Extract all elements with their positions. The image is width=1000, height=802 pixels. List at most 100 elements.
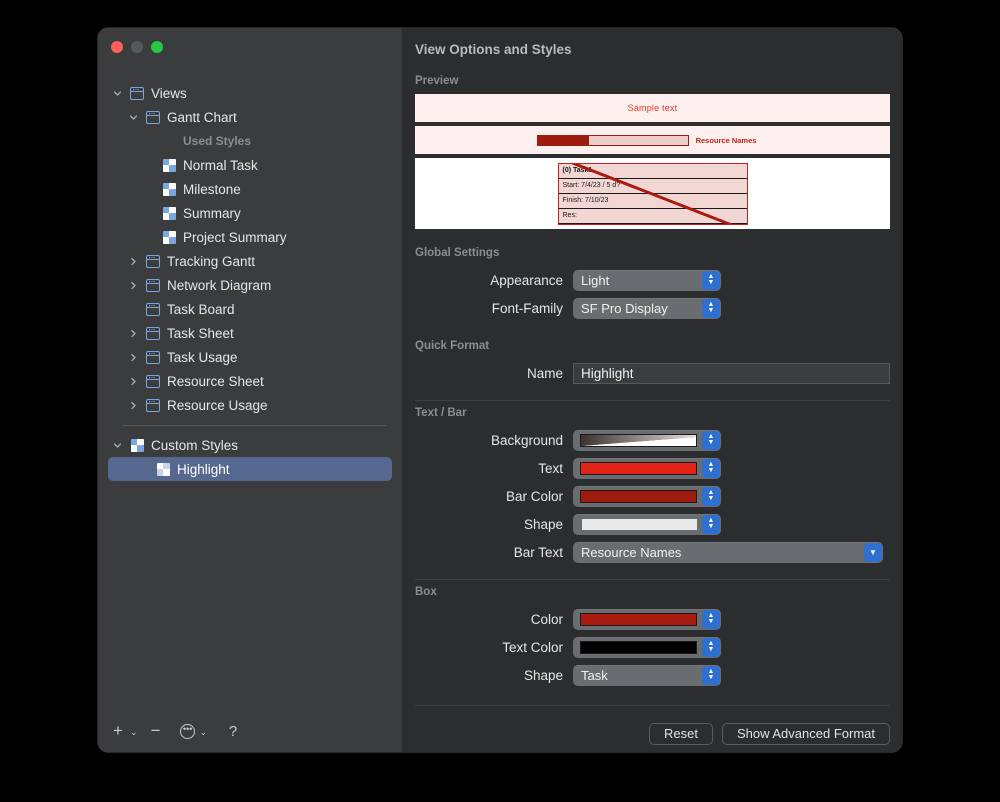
sidebar-item-label: Normal Task <box>183 157 258 173</box>
divider <box>415 579 890 580</box>
chevron-down-icon[interactable] <box>124 113 142 122</box>
tree-item-icon <box>142 398 164 412</box>
close-button[interactable] <box>111 41 123 53</box>
tree-item-icon <box>142 350 164 364</box>
chevron-right-icon[interactable] <box>124 377 142 386</box>
action-menu-button[interactable]: ••• <box>178 720 198 742</box>
view-icon <box>146 374 160 388</box>
box-color-label: Color <box>530 611 563 627</box>
sidebar-item-milestone[interactable]: Milestone <box>98 177 402 201</box>
background-swatch <box>580 433 697 447</box>
bar-shape-row: Shape ▲ ▼ <box>415 510 890 538</box>
chevron-right-icon[interactable] <box>124 281 142 290</box>
appearance-select[interactable]: Light ▲ ▼ <box>573 269 721 291</box>
box-text-color-well[interactable]: ▲ ▼ <box>573 636 721 658</box>
chevron-right-icon[interactable] <box>124 353 142 362</box>
styles-tree: Views Gantt Chart Used Styles Normal Task Mi… <box>98 68 402 716</box>
chevron-right-icon[interactable] <box>124 257 142 266</box>
view-icon <box>146 110 160 124</box>
view-icon <box>146 278 160 292</box>
zoom-button[interactable] <box>151 41 163 53</box>
sidebar-item-label: Resource Usage <box>167 397 268 413</box>
window-controls <box>98 28 402 68</box>
sidebar-item-gantt-chart[interactable]: Gantt Chart <box>98 105 402 129</box>
sidebar-item-label: Task Usage <box>167 349 238 365</box>
chevron-updown-icon[interactable]: ▲ ▼ <box>702 665 720 685</box>
chevron-right-icon[interactable] <box>124 401 142 410</box>
tree-item-icon <box>158 230 180 244</box>
tree-item-icon <box>142 278 164 292</box>
remove-button[interactable]: − <box>146 720 166 742</box>
bar-color-well[interactable]: ▲ ▼ <box>573 485 721 507</box>
sidebar-item-network-diagram[interactable]: Network Diagram <box>98 273 402 297</box>
sidebar-item-label: Gantt Chart <box>167 109 237 125</box>
shape-label: Shape <box>523 516 563 532</box>
tree-item-icon <box>142 326 164 340</box>
preferences-window: Views Gantt Chart Used Styles Normal Task Mi… <box>98 28 902 752</box>
help-button[interactable]: ? <box>223 720 243 742</box>
chevron-updown-icon[interactable]: ▲ ▼ <box>702 609 720 629</box>
background-row: Background ▲ ▼ <box>415 426 890 454</box>
sidebar-item-project-summary[interactable]: Project Summary <box>98 225 402 249</box>
sidebar-item-custom-styles[interactable]: Custom Styles <box>98 433 402 457</box>
chevron-updown-icon[interactable]: ▲ ▼ <box>702 514 720 534</box>
sidebar-item-label: Network Diagram <box>167 277 272 293</box>
style-icon <box>162 182 176 196</box>
box-shape-row: Shape Task ▲ ▼ <box>415 661 890 689</box>
sidebar-toolbar: + ⌄ − ••• ⌄ ? <box>98 716 402 752</box>
sidebar-item-resource-sheet[interactable]: Resource Sheet <box>98 369 402 393</box>
bar-text-select[interactable]: Resource Names ▼ <box>573 541 883 563</box>
style-icon <box>130 438 144 452</box>
preview-bar-text-label: Resource Names <box>695 135 757 145</box>
box-text-color-label: Text Color <box>502 639 563 655</box>
preview-gantt-bar-fill <box>537 135 589 145</box>
sidebar-item-label: Task Sheet <box>167 325 234 341</box>
chevron-updown-icon[interactable]: ▲ ▼ <box>702 486 720 506</box>
reset-button[interactable]: Reset <box>649 722 713 745</box>
chevron-updown-icon[interactable]: ▲ ▼ <box>702 430 720 450</box>
action-chevron-down-icon[interactable]: ⌄ <box>198 725 214 738</box>
sidebar-item-task-sheet[interactable]: Task Sheet <box>98 321 402 345</box>
chevron-down-icon[interactable] <box>108 89 126 98</box>
chevron-updown-icon[interactable]: ▲ ▼ <box>702 298 720 318</box>
box-text-color-swatch <box>580 640 697 654</box>
minimize-button[interactable] <box>131 41 143 53</box>
add-button[interactable]: + <box>108 720 128 742</box>
sidebar-item-resource-usage[interactable]: Resource Usage <box>98 393 402 417</box>
background-color-well[interactable]: ▲ ▼ <box>573 429 721 451</box>
chevron-right-icon[interactable] <box>124 329 142 338</box>
preview-task-name: (0) Task1 <box>558 164 747 179</box>
chevron-updown-icon[interactable]: ▲ ▼ <box>702 637 720 657</box>
font-family-label: Font-Family <box>491 300 563 316</box>
sidebar-item-normal-task[interactable]: Normal Task <box>98 153 402 177</box>
tree-item-icon <box>142 254 164 268</box>
show-advanced-format-button[interactable]: Show Advanced Format <box>721 722 890 745</box>
bar-color-swatch <box>580 489 697 503</box>
add-chevron-down-icon[interactable]: ⌄ <box>128 725 144 738</box>
appearance-value: Light <box>581 272 610 288</box>
section-global-settings-header: Global Settings <box>415 247 500 259</box>
chevron-updown-icon[interactable]: ▲ ▼ <box>702 458 720 478</box>
sidebar-item-tracking-gantt[interactable]: Tracking Gantt <box>98 249 402 273</box>
bar-shape-swatch <box>582 518 697 530</box>
box-color-well[interactable]: ▲ ▼ <box>573 608 721 630</box>
preview-task-start: Start: 7/4/23 / 5 d? <box>558 179 747 194</box>
name-input[interactable]: Highlight <box>573 362 890 384</box>
font-family-select[interactable]: SF Pro Display ▲ ▼ <box>573 297 721 319</box>
sidebar-item-summary[interactable]: Summary <box>98 201 402 225</box>
chevron-down-icon[interactable]: ▼ <box>864 542 882 562</box>
style-icon <box>162 206 176 220</box>
bar-shape-select[interactable]: ▲ ▼ <box>573 513 721 535</box>
sidebar-item-views[interactable]: Views <box>98 81 402 105</box>
gradient-wedge-icon <box>581 434 696 446</box>
chevron-down-icon[interactable] <box>108 441 126 450</box>
sidebar-item-highlight[interactable]: Highlight <box>108 457 392 481</box>
view-icon <box>146 350 160 364</box>
text-color-well[interactable]: ▲ ▼ <box>573 457 721 479</box>
box-color-swatch <box>580 612 697 626</box>
appearance-label: Appearance <box>490 272 563 288</box>
chevron-updown-icon[interactable]: ▲ ▼ <box>702 270 720 290</box>
sidebar-item-task-usage[interactable]: Task Usage <box>98 345 402 369</box>
box-shape-select[interactable]: Task ▲ ▼ <box>573 664 721 686</box>
sidebar-item-task-board[interactable]: Task Board <box>98 297 402 321</box>
